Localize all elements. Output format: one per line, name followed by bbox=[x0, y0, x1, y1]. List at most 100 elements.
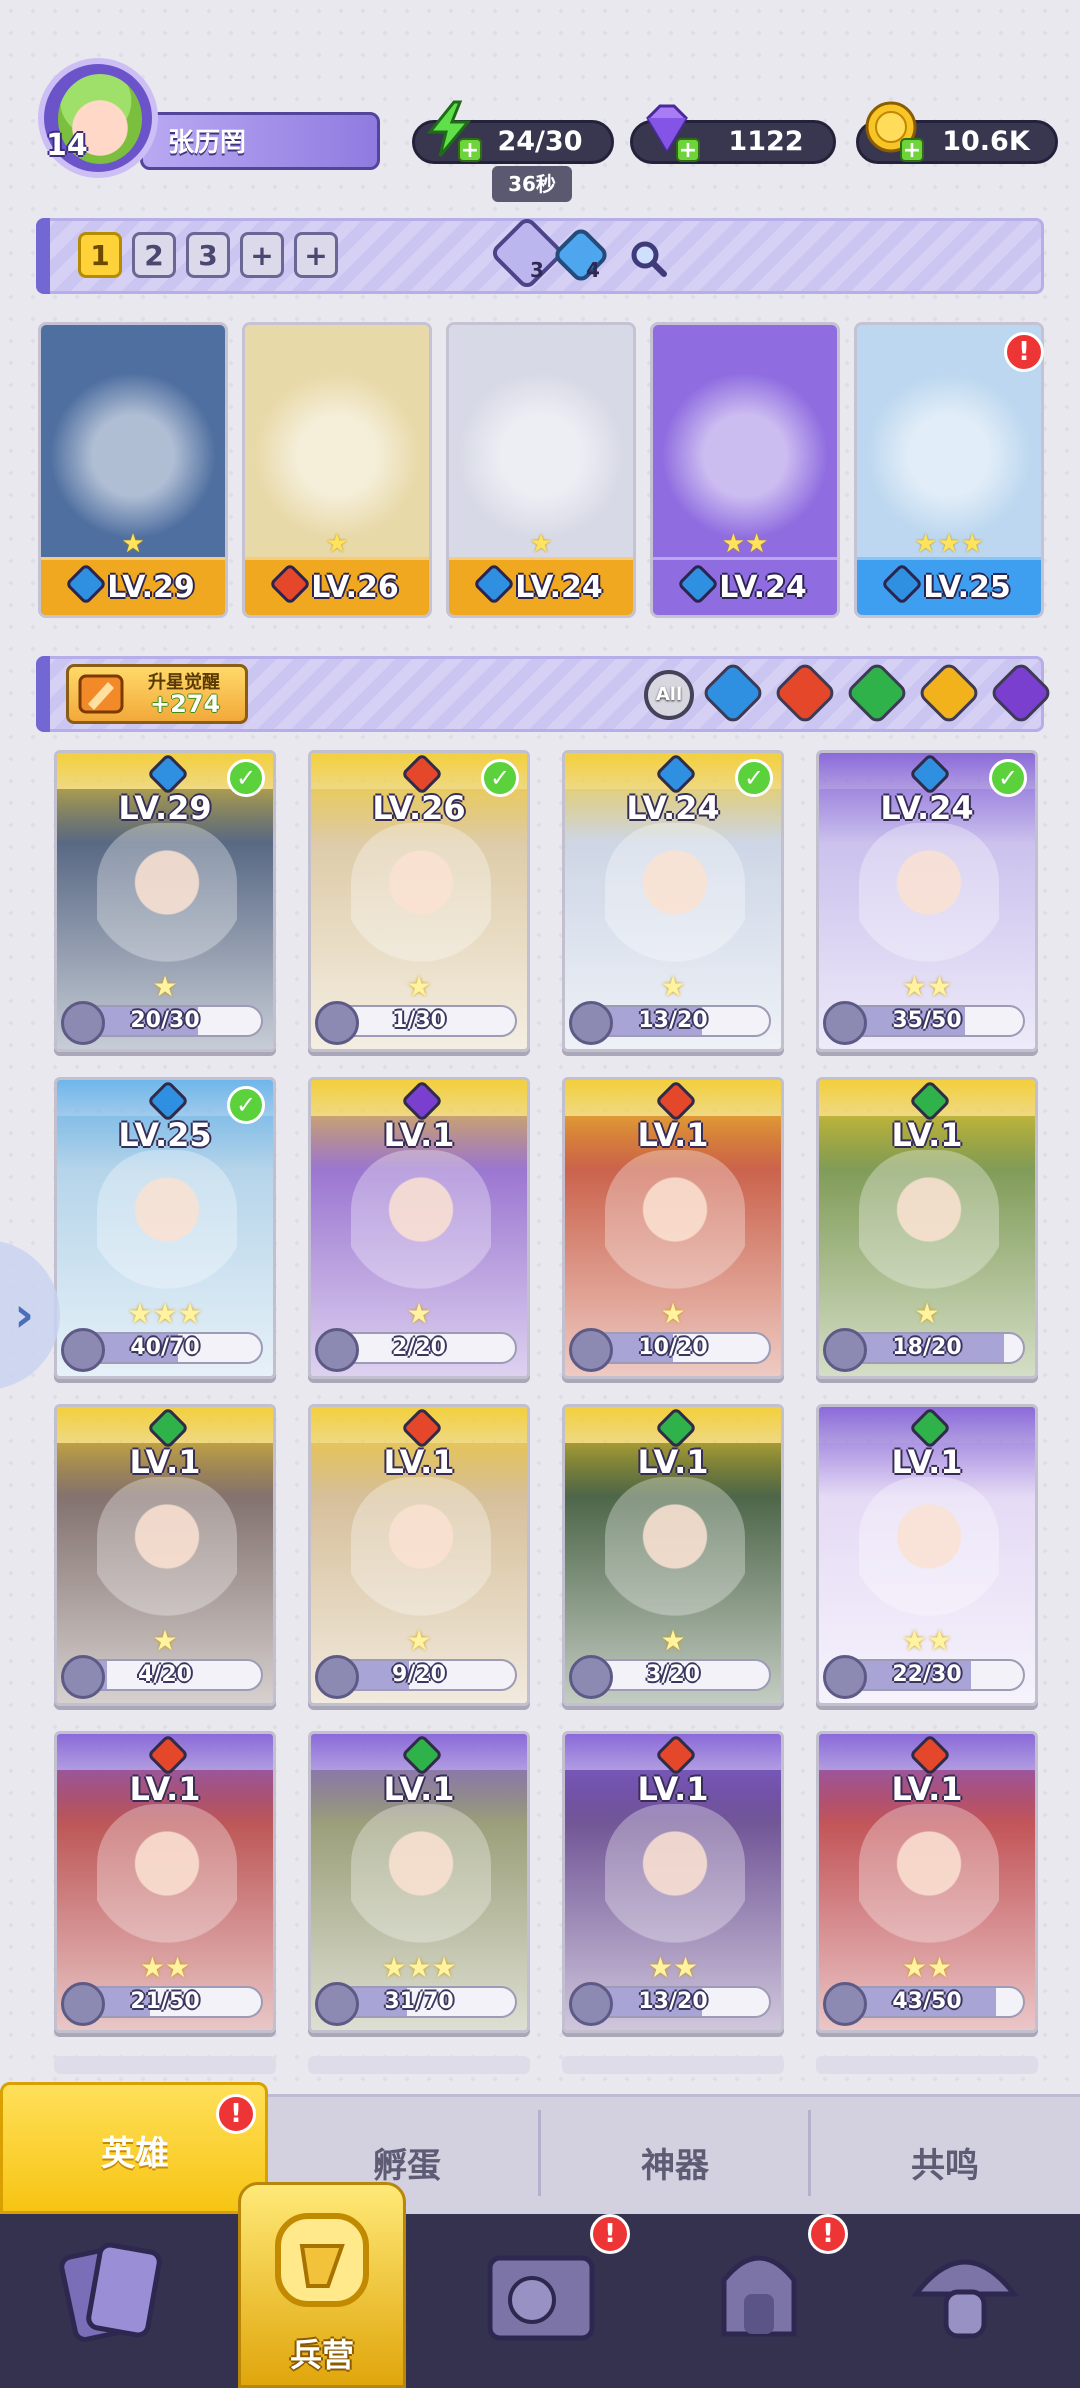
hero-card[interactable]: ✓ LV.25 ★★★ 40/70 bbox=[54, 1077, 276, 1379]
hero-card[interactable]: LV.1 ★★ 13/20 bbox=[562, 1731, 784, 2033]
barracks-icon bbox=[275, 2213, 369, 2307]
team-hero-card[interactable]: ★★ LV.24 bbox=[650, 322, 840, 618]
team-gem-right-count: 4 bbox=[586, 258, 600, 282]
star-rating: ★ bbox=[152, 970, 178, 1003]
team-slot-3[interactable]: 3 bbox=[186, 232, 230, 278]
star-rating: ★ bbox=[660, 970, 686, 1003]
star-rating: ★ bbox=[152, 1624, 178, 1657]
team-hero-card[interactable]: ★ LV.29 bbox=[38, 322, 228, 618]
hero-figure bbox=[351, 823, 491, 993]
team-hero-alert-badge: ! bbox=[1004, 332, 1044, 372]
hero-card[interactable]: LV.1 ★ 3/20 bbox=[562, 1404, 784, 1706]
coins-plus-button[interactable]: + bbox=[900, 138, 924, 162]
hero-figure bbox=[97, 1150, 237, 1320]
mushroom-icon[interactable] bbox=[900, 2226, 1030, 2356]
star-rating: ★★ bbox=[901, 1624, 953, 1657]
star-rating: ★ bbox=[406, 1624, 432, 1657]
hero-level: LV.26 bbox=[372, 789, 466, 827]
next-row-card bbox=[308, 2056, 530, 2074]
team-slot-add-2[interactable]: + bbox=[294, 232, 338, 278]
hero-shard-icon bbox=[823, 1982, 867, 2026]
hero-card[interactable]: LV.1 ★★ 21/50 bbox=[54, 1731, 276, 2033]
hero-level: LV.26 bbox=[311, 570, 399, 605]
hero-shard-icon bbox=[569, 1328, 613, 1372]
hero-level: LV.1 bbox=[891, 1443, 963, 1481]
tab-heroes-alert-badge: ! bbox=[216, 2094, 256, 2134]
next-row-card bbox=[562, 2056, 784, 2074]
hero-card[interactable]: ✓ LV.29 ★ 20/30 bbox=[54, 750, 276, 1052]
hero-level: LV.25 bbox=[118, 1116, 212, 1154]
hero-card[interactable]: LV.1 ★ 10/20 bbox=[562, 1077, 784, 1379]
search-icon[interactable] bbox=[628, 238, 668, 278]
map-book-icon[interactable] bbox=[476, 2228, 606, 2358]
hero-figure bbox=[859, 823, 999, 993]
hero-card[interactable]: ✓ LV.24 ★ 13/20 bbox=[562, 750, 784, 1052]
tab-resonance[interactable]: 共鸣 bbox=[810, 2138, 1080, 2187]
hero-level: LV.24 bbox=[719, 570, 807, 605]
hero-level: LV.1 bbox=[383, 1770, 455, 1808]
team-slot-1[interactable]: 1 bbox=[78, 232, 122, 278]
star-rating: ★ bbox=[325, 529, 349, 559]
side-expand-arrow[interactable]: › bbox=[0, 1240, 60, 1390]
star-rating: ★ bbox=[660, 1624, 686, 1657]
hero-figure bbox=[97, 1477, 237, 1647]
hero-figure bbox=[351, 1150, 491, 1320]
tab-hatch[interactable]: 孵蛋 bbox=[272, 2138, 542, 2187]
hero-card[interactable]: LV.1 ★★ 22/30 bbox=[816, 1404, 1038, 1706]
nav-barracks-label: 兵营 bbox=[289, 2336, 354, 2374]
player-level: 14 bbox=[46, 128, 88, 163]
hero-figure bbox=[859, 1804, 999, 1974]
hero-level: LV.24 bbox=[880, 789, 974, 827]
hero-shard-icon bbox=[61, 1328, 105, 1372]
team-hero-card[interactable]: ★ LV.24 bbox=[446, 322, 636, 618]
hero-level: LV.25 bbox=[923, 570, 1011, 605]
hero-shard-icon bbox=[315, 1655, 359, 1699]
hero-shard-icon bbox=[569, 1001, 613, 1045]
gems-plus-button[interactable]: + bbox=[676, 138, 700, 162]
team-bar-accent bbox=[36, 218, 50, 294]
hero-shard-icon bbox=[569, 1982, 613, 2026]
star-rating: ★ bbox=[914, 1297, 940, 1330]
hero-level: LV.1 bbox=[891, 1116, 963, 1154]
hero-shard-icon bbox=[315, 1328, 359, 1372]
hero-figure bbox=[351, 1477, 491, 1647]
hero-card[interactable]: ✓ LV.26 ★ 1/30 bbox=[308, 750, 530, 1052]
energy-value: 24/30 bbox=[497, 126, 583, 157]
hero-shard-icon bbox=[823, 1655, 867, 1699]
team-hero-card[interactable]: ★ LV.26 bbox=[242, 322, 432, 618]
hero-card[interactable]: LV.1 ★ 9/20 bbox=[308, 1404, 530, 1706]
next-row-card bbox=[54, 2056, 276, 2074]
hero-figure bbox=[605, 1150, 745, 1320]
energy-plus-button[interactable]: + bbox=[458, 138, 482, 162]
star-rating: ★ bbox=[660, 1297, 686, 1330]
filter-all-button[interactable]: All bbox=[644, 670, 694, 720]
nav-temple-alert-badge: ! bbox=[808, 2214, 848, 2254]
hero-card[interactable]: LV.1 ★ 18/20 bbox=[816, 1077, 1038, 1379]
hero-card[interactable]: LV.1 ★★★ 31/70 bbox=[308, 1731, 530, 2033]
hero-card[interactable]: LV.1 ★★ 43/50 bbox=[816, 1731, 1038, 2033]
hero-level: LV.1 bbox=[383, 1443, 455, 1481]
sword-icon bbox=[78, 674, 124, 714]
star-rating: ★★ bbox=[139, 1951, 191, 1984]
hero-figure bbox=[97, 1804, 237, 1974]
team-slot-2[interactable]: 2 bbox=[132, 232, 176, 278]
hero-card[interactable]: LV.1 ★ 2/20 bbox=[308, 1077, 530, 1379]
tab-artifact[interactable]: 神器 bbox=[540, 2138, 810, 2187]
hero-card[interactable]: ✓ LV.24 ★★ 35/50 bbox=[816, 750, 1038, 1052]
hero-level: LV.1 bbox=[383, 1116, 455, 1154]
temple-icon[interactable] bbox=[694, 2224, 824, 2354]
hero-card[interactable]: LV.1 ★ 4/20 bbox=[54, 1404, 276, 1706]
team-gem-left-count: 3 bbox=[530, 258, 544, 282]
hero-shard-icon bbox=[315, 1001, 359, 1045]
star-rating: ★ bbox=[529, 529, 553, 559]
filter-bar-accent bbox=[36, 656, 50, 732]
cards-icon[interactable] bbox=[46, 2228, 176, 2358]
team-slot-add-1[interactable]: + bbox=[240, 232, 284, 278]
star-rating: ★★ bbox=[647, 1951, 699, 1984]
energy-timer: 36秒 bbox=[492, 166, 572, 202]
hero-figure bbox=[859, 1150, 999, 1320]
hero-level: LV.29 bbox=[107, 570, 195, 605]
star-rating: ★★ bbox=[901, 970, 953, 1003]
hero-level: LV.1 bbox=[637, 1116, 709, 1154]
star-rating: ★★ bbox=[901, 1951, 953, 1984]
